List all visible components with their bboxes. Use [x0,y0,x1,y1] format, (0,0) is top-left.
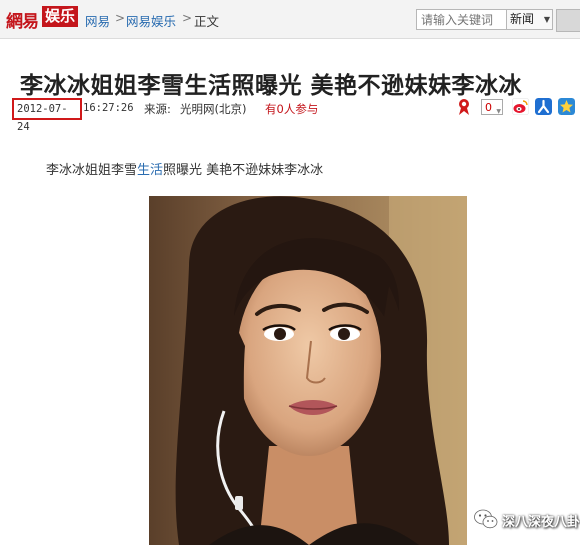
article-intro: 李冰冰姐姐李雪生活照曝光 美艳不逊妹妹李冰冰 [46,159,323,178]
entertainment-logo[interactable]: 娱乐 [42,6,79,27]
search-scope-value: 新闻 [510,12,535,26]
qzone-share-icon[interactable] [558,98,575,115]
search-scope-select[interactable]: 新闻 ▼ [506,9,553,30]
publish-time: 16:27:26 [83,102,134,114]
search-input[interactable] [416,9,508,30]
page-title: 李冰冰姐姐李雪生活照曝光 美艳不逊妹妹李冰冰 [20,73,523,99]
intro-keyword-link[interactable]: 生活 [137,163,163,178]
breadcrumb-netease-ent[interactable]: 网易娱乐 [126,11,176,30]
breadcrumb-current: 正文 [194,14,220,29]
comment-count[interactable]: 0 ▼ [481,99,503,115]
wechat-watermark-icon [474,509,498,529]
intro-text-start: 李冰冰姐姐李雪 [46,163,138,178]
breadcrumb-netease[interactable]: 网易 [85,11,110,30]
chevron-down-icon: ▼ [543,15,550,24]
source-name: 光明网(北京) [180,102,247,116]
participants-link[interactable]: 有0人参与 [265,101,318,117]
breadcrumb-separator: > [115,11,126,25]
intro-text-end: 照曝光 美艳不逊妹妹李冰冰 [163,163,324,178]
article-photo [149,196,467,545]
renren-share-icon[interactable] [535,98,552,115]
watermark-text: 深八深夜八卦 [502,515,580,530]
publish-date: 2012-07-24 [12,98,82,133]
comment-count-value: 0 [485,101,492,114]
netease-logo[interactable]: 網易 [6,7,39,32]
weibo-share-icon[interactable] [512,98,529,115]
breadcrumb-separator: > [182,11,193,25]
search-button[interactable] [556,9,580,32]
source-label: 来源: [144,102,171,116]
caret-down-icon: ▼ [496,108,501,115]
comment-icon[interactable] [456,98,472,116]
